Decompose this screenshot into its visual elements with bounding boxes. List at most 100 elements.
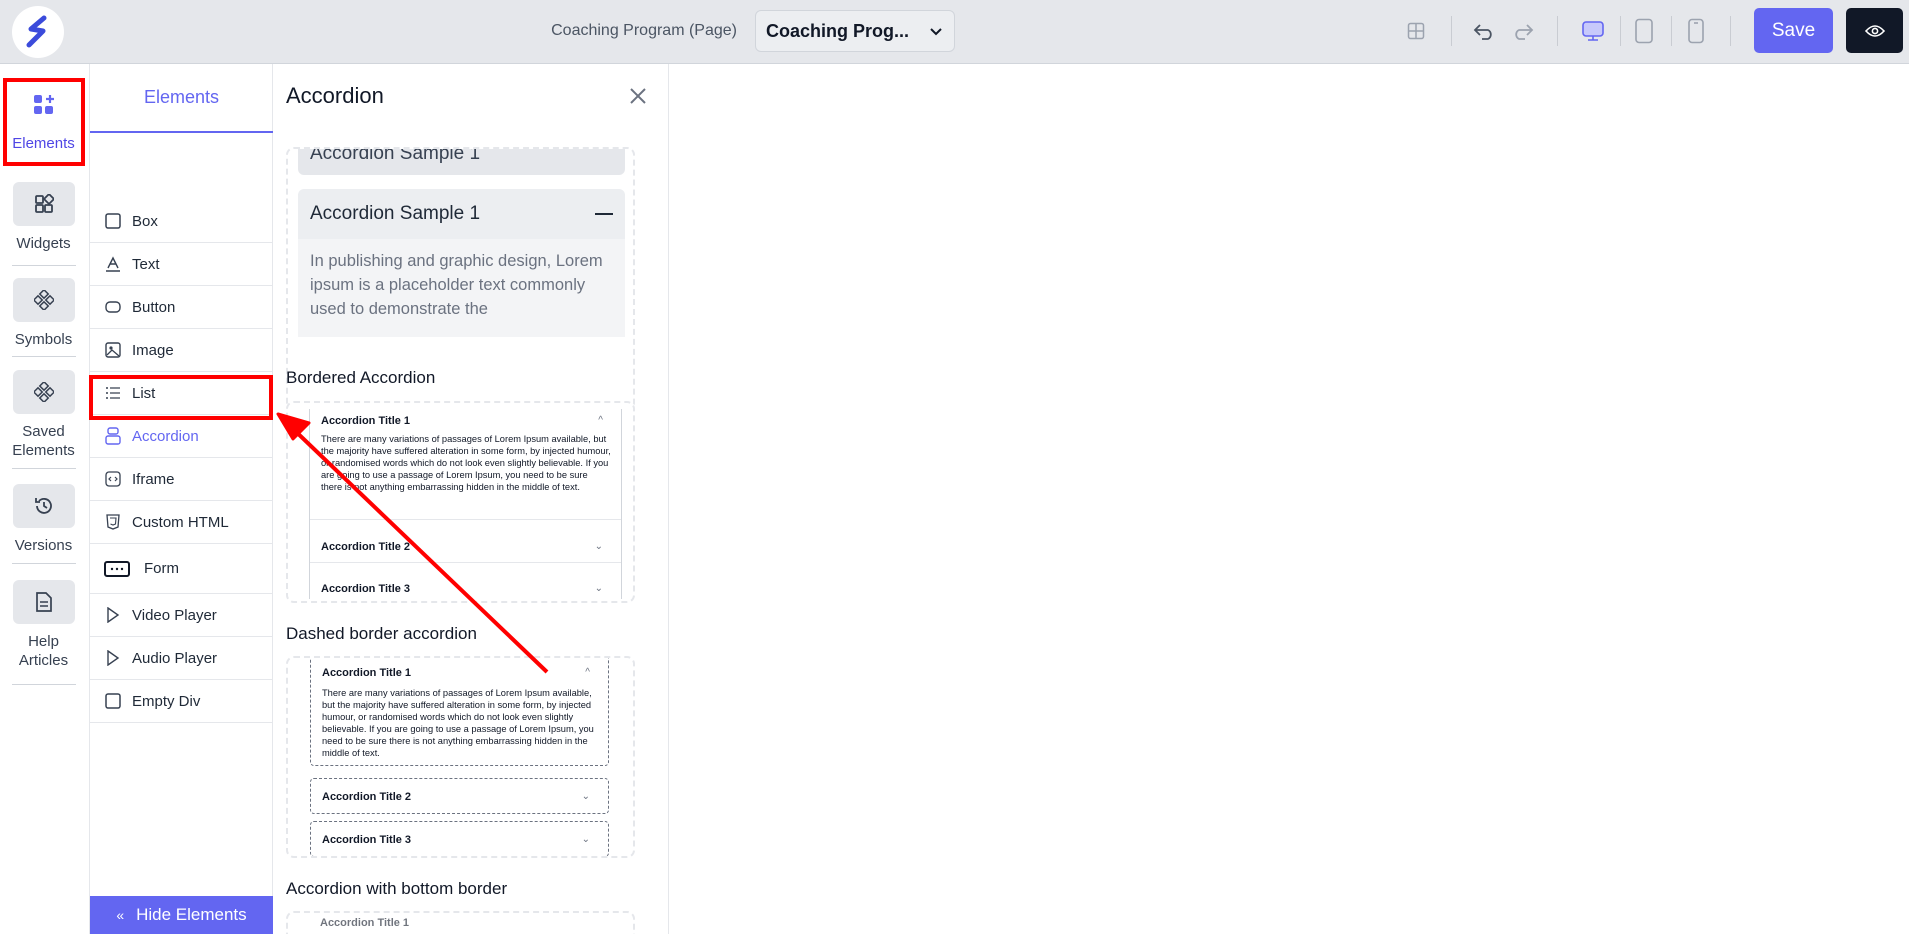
text-icon — [104, 255, 122, 273]
dashed-accordion-item-3: Accordion Title 3 ⌄ — [310, 821, 609, 856]
close-icon[interactable] — [626, 84, 650, 108]
page-name-label: Coaching Program (Page) — [551, 22, 737, 39]
chevron-down-icon: ⌄ — [594, 583, 603, 594]
element-item-label: Empty Div — [132, 692, 201, 710]
element-item-label: Box — [132, 212, 158, 230]
dashed-accordion-card[interactable]: Accordion Title 1 ^ There are many varia… — [286, 656, 635, 858]
dashed-accordion-item-2: Accordion Title 2 ⌄ — [310, 778, 609, 814]
bottom-border-accordion-card[interactable]: Accordion Title 1 — [286, 911, 635, 934]
undo-button[interactable] — [1467, 14, 1501, 48]
element-item-custom-html[interactable]: Custom HTML — [90, 501, 273, 544]
element-item-label: Video Player — [132, 606, 217, 624]
tab-elements[interactable]: Elements — [90, 64, 273, 133]
accordion-body: There are many variations of passages of… — [322, 688, 594, 758]
chevron-down-icon: ⌄ — [594, 541, 603, 552]
accordion-title: Accordion Title 1 — [320, 917, 410, 929]
toolbar-divider — [1451, 16, 1452, 46]
bordered-accordion-card[interactable]: Accordion Title 1 ^ There are many varia… — [286, 401, 635, 603]
grid-toggle-button[interactable] — [1399, 14, 1433, 48]
rail-item-symbols[interactable]: Symbols — [12, 278, 75, 349]
element-item-label: Accordion — [132, 427, 199, 445]
mobile-view-button[interactable] — [1679, 14, 1713, 48]
chevron-down-icon: ⌄ — [581, 791, 590, 802]
rail-item-help-articles[interactable]: Help Articles — [12, 580, 75, 670]
hide-elements-button[interactable]: « Hide Elements — [90, 896, 273, 934]
rail-divider — [12, 265, 76, 266]
rail-item-widgets[interactable]: Widgets — [12, 182, 75, 253]
saved-elements-icon — [12, 370, 75, 414]
rail-label-help-articles: Help Articles — [18, 633, 69, 669]
accordion-sample-title: Accordion Sample 1 — [310, 203, 481, 224]
element-item-accordion[interactable]: Accordion — [90, 415, 273, 458]
accordion-row: Accordion Title 2 ⌄ — [322, 791, 598, 803]
rail-label-saved-elements: Saved Elements — [12, 423, 75, 459]
box-icon — [104, 212, 122, 230]
rail-label-symbols: Symbols — [14, 331, 73, 348]
toolbar-divider — [1557, 16, 1558, 46]
box-icon — [104, 692, 122, 710]
save-button[interactable]: Save — [1754, 8, 1833, 53]
rail-divider — [12, 468, 76, 469]
rail-item-versions[interactable]: Versions — [12, 484, 75, 555]
section-heading-bottom-border: Accordion with bottom border — [286, 879, 508, 898]
left-rail: Elements Widgets Symbols Saved Elements … — [0, 64, 90, 934]
rail-item-saved-elements[interactable]: Saved Elements — [12, 370, 75, 460]
element-item-image[interactable]: Image — [90, 329, 273, 372]
bordered-accordion-frame: Accordion Title 1 ^ There are many varia… — [309, 409, 622, 599]
rail-divider — [12, 563, 76, 564]
preview-button[interactable] — [1846, 8, 1903, 53]
accordion-sample-header: Accordion Sample 1 — [298, 189, 625, 239]
rail-label-versions: Versions — [14, 537, 73, 554]
document-icon — [12, 580, 75, 624]
element-item-label: Image — [132, 341, 174, 359]
element-item-label: Form — [144, 560, 179, 577]
element-item-box[interactable]: Box — [90, 200, 273, 243]
element-item-audio-player[interactable]: Audio Player — [90, 637, 273, 680]
history-icon — [12, 484, 75, 528]
accordion-title: Accordion Title 1 — [321, 415, 411, 427]
play-icon — [104, 606, 122, 624]
minus-icon — [595, 213, 613, 215]
toolbar-divider — [1730, 16, 1731, 46]
element-item-form[interactable]: Form — [90, 544, 273, 594]
toolbar-divider — [1671, 16, 1672, 46]
element-item-text[interactable]: Text — [90, 243, 273, 286]
element-item-video-player[interactable]: Video Player — [90, 594, 273, 637]
accordion-icon — [104, 427, 122, 445]
elements-list-panel: Elements Box Text Button Image List Acco… — [90, 64, 273, 934]
chevron-up-icon: ^ — [585, 667, 590, 678]
element-item-label: Iframe — [132, 470, 175, 488]
element-item-button[interactable]: Button — [90, 286, 273, 329]
accordion-row: Accordion Title 3 ⌄ — [322, 834, 598, 846]
accordion-row: Accordion Title 1 ^ There are many varia… — [321, 415, 611, 493]
dashed-accordion-item-1: Accordion Title 1 ^ There are many varia… — [310, 658, 609, 766]
redo-button[interactable] — [1506, 14, 1540, 48]
accordion-body: There are many variations of passages of… — [321, 434, 611, 492]
accordion-row: Accordion Title 1 ^ There are many varia… — [322, 667, 598, 759]
tablet-view-button[interactable] — [1627, 14, 1661, 48]
form-icon — [104, 560, 130, 578]
desktop-icon — [1582, 21, 1604, 41]
accordion-sample-body: In publishing and graphic design, Lorem … — [298, 239, 625, 337]
accordion-sample-title: Accordion Sample 1 — [310, 147, 481, 164]
eye-icon — [1864, 24, 1885, 37]
annotation-highlight-box — [89, 375, 273, 420]
divider — [310, 519, 621, 520]
iframe-icon — [104, 470, 122, 488]
desktop-view-button[interactable] — [1576, 14, 1610, 48]
panel-title: Accordion — [286, 83, 384, 108]
divider — [310, 562, 621, 563]
element-item-label: Audio Player — [132, 649, 218, 667]
app-logo[interactable] — [12, 6, 64, 58]
undo-icon — [1473, 24, 1492, 40]
accordion-title: Accordion Title 2 — [321, 541, 411, 553]
accordion-title: Accordion Title 3 — [322, 834, 412, 846]
element-item-iframe[interactable]: Iframe — [90, 458, 273, 501]
rail-divider — [12, 356, 76, 357]
accordion-title: Accordion Title 2 — [322, 791, 412, 803]
logo-icon — [26, 15, 47, 48]
top-bar: Coaching Program (Page) Coaching Prog... — [0, 0, 1909, 64]
mobile-icon — [1688, 18, 1704, 44]
element-item-empty-div[interactable]: Empty Div — [90, 680, 273, 723]
page-select-dropdown[interactable]: Coaching Prog... — [755, 10, 955, 52]
